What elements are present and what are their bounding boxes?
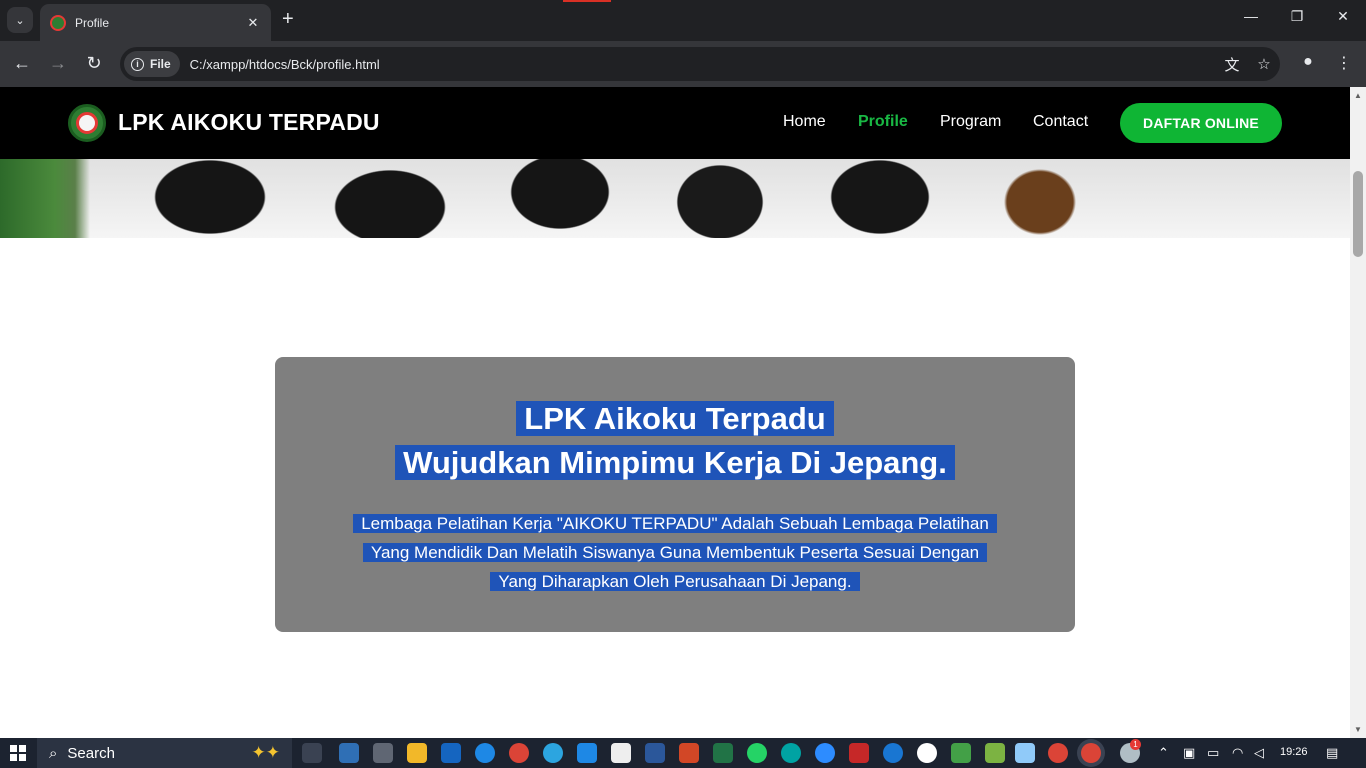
notification-center-icon[interactable]: ▤	[1326, 745, 1338, 761]
page-scrollbar[interactable]: ▲ ▼	[1350, 87, 1366, 738]
profile-avatar-icon[interactable]: ●	[1296, 53, 1320, 71]
profile-intro-card: LPK Aikoku Terpadu Wujudkan Mimpimu Kerj…	[275, 357, 1075, 632]
settings-icon[interactable]	[373, 743, 393, 763]
volume-icon[interactable]: ◁	[1254, 745, 1264, 761]
site-logo-icon[interactable]	[68, 104, 106, 142]
battery-icon[interactable]: ▭	[1207, 745, 1219, 761]
back-arrow-icon[interactable]: ←	[10, 53, 34, 73]
taskbar-search-box[interactable]: ⌕ Search ✦✦	[37, 738, 292, 768]
taskbar-clock[interactable]: 19:26	[1280, 746, 1308, 758]
scroll-up-icon[interactable]: ▲	[1354, 91, 1362, 100]
taskbar-search-label: Search	[67, 744, 115, 762]
info-icon: i	[131, 57, 144, 71]
tab-search-dropdown-icon[interactable]: ⌄	[7, 7, 33, 33]
app-icon-map[interactable]	[985, 743, 1005, 763]
app-icon-notepad[interactable]	[951, 743, 971, 763]
app-icon-dots[interactable]	[917, 743, 937, 763]
tray-meet-icon[interactable]: ▣	[1183, 745, 1195, 761]
new-tab-button[interactable]: +	[282, 8, 294, 30]
tab-close-icon[interactable]: ✕	[245, 15, 261, 31]
zoom-icon[interactable]	[815, 743, 835, 763]
wifi-icon[interactable]: ◠	[1232, 745, 1243, 761]
nav-program[interactable]: Program	[940, 113, 1001, 131]
web-page: LPK AIKOKU TERPADU Home Profile Program …	[0, 87, 1350, 738]
reload-icon[interactable]: ↻	[82, 53, 106, 73]
copilot-sparkle-icon[interactable]: ✦✦	[252, 743, 281, 763]
app-icon-penguin[interactable]	[611, 743, 631, 763]
bookmark-star-icon[interactable]: ☆	[1248, 55, 1280, 73]
notepad-icon[interactable]	[1015, 743, 1035, 763]
browser-menu-icon[interactable]: ⋮	[1332, 53, 1356, 73]
card-description: Lembaga Pelatihan Kerja "AIKOKU TERPADU"…	[330, 509, 1020, 596]
window-minimize-button[interactable]: —	[1228, 8, 1274, 24]
chrome-icon-active[interactable]	[1081, 743, 1101, 763]
site-brand[interactable]: LPK AIKOKU TERPADU	[118, 109, 380, 136]
scroll-down-icon[interactable]: ▼	[1354, 725, 1362, 734]
url-text[interactable]: C:/xampp/htdocs/Bck/profile.html	[190, 57, 1216, 72]
site-info-label: File	[150, 57, 171, 71]
vscode-icon[interactable]	[577, 743, 597, 763]
translate-icon[interactable]: 文	[1216, 54, 1248, 75]
nav-profile[interactable]: Profile	[858, 113, 908, 131]
tray-chevron-icon[interactable]: ⌃	[1158, 745, 1169, 761]
browser-tab-profile[interactable]: Profile ✕	[40, 4, 271, 41]
card-desc-line1: Lembaga Pelatihan Kerja "AIKOKU TERPADU"…	[353, 514, 997, 533]
whatsapp-icon[interactable]	[747, 743, 767, 763]
favicon-icon	[50, 14, 66, 31]
tab-strip: ⌄ Profile ✕ + — ❐ ✕	[0, 0, 1366, 41]
file-explorer-icon[interactable]	[407, 743, 427, 763]
edge-icon[interactable]	[475, 743, 495, 763]
app-icon-m[interactable]	[849, 743, 869, 763]
task-view-icon[interactable]	[302, 743, 322, 763]
search-icon: ⌕	[49, 744, 58, 762]
card-desc-line3: Yang Diharapkan Oleh Perusahaan Di Jepan…	[490, 572, 860, 591]
weather-icon[interactable]: 1	[1120, 739, 1141, 763]
windows-taskbar: ⌕ Search ✦✦ 1 ⌃ ▣ ▭ ◠ ◁ 19:26 ▤	[0, 738, 1366, 768]
windows-start-icon[interactable]	[10, 745, 26, 761]
chrome-icon[interactable]	[509, 743, 529, 763]
forward-arrow-icon[interactable]: →	[46, 53, 70, 73]
app-icon-c[interactable]	[781, 743, 801, 763]
nav-home[interactable]: Home	[783, 113, 826, 131]
recording-indicator	[563, 0, 611, 2]
notification-badge: 1	[1130, 739, 1141, 750]
nav-contact[interactable]: Contact	[1033, 113, 1088, 131]
tab-title: Profile	[75, 15, 110, 30]
address-bar[interactable]: i File C:/xampp/htdocs/Bck/profile.html …	[120, 47, 1280, 81]
telegram-icon[interactable]	[543, 743, 563, 763]
card-title-line1: LPK Aikoku Terpadu	[516, 401, 834, 436]
card-title: LPK Aikoku Terpadu Wujudkan Mimpimu Kerj…	[275, 397, 1075, 485]
card-title-line2: Wujudkan Mimpimu Kerja Di Jepang.	[395, 445, 955, 480]
scrollbar-thumb[interactable]	[1353, 171, 1363, 257]
window-restore-button[interactable]: ❐	[1274, 8, 1320, 25]
chrome-icon-2[interactable]	[1048, 743, 1068, 763]
app-icon-1[interactable]	[339, 743, 359, 763]
window-close-button[interactable]: ✕	[1320, 8, 1366, 25]
outlook-icon[interactable]	[441, 743, 461, 763]
word-icon[interactable]	[645, 743, 665, 763]
browser-toolbar: ← → ↻ i File C:/xampp/htdocs/Bck/profile…	[0, 41, 1366, 87]
daftar-online-button[interactable]: DAFTAR ONLINE	[1120, 103, 1282, 143]
site-info-chip[interactable]: i File	[124, 51, 180, 77]
powerpoint-icon[interactable]	[679, 743, 699, 763]
excel-icon[interactable]	[713, 743, 733, 763]
site-navbar: LPK AIKOKU TERPADU Home Profile Program …	[0, 87, 1350, 159]
card-desc-line2: Yang Mendidik Dan Melatih Siswanya Guna …	[362, 543, 988, 562]
app-icon-cloud[interactable]	[883, 743, 903, 763]
